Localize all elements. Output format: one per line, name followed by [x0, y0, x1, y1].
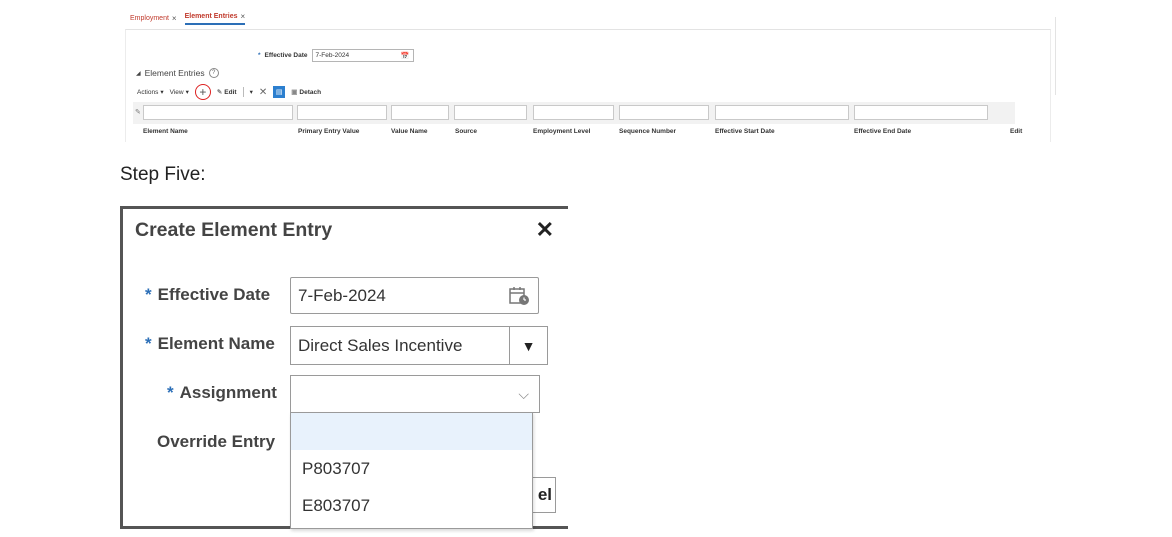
- dropdown-option[interactable]: P803707: [291, 450, 532, 487]
- filter-effective-end-date[interactable]: [854, 105, 988, 120]
- filter-element-name[interactable]: [143, 105, 293, 120]
- panel-divider: [1055, 17, 1056, 95]
- help-icon[interactable]: ?: [208, 68, 219, 78]
- assignment-label-text: Assignment: [179, 383, 277, 402]
- add-button[interactable]: +: [194, 84, 211, 100]
- tab-employment[interactable]: Employment ×: [130, 12, 177, 25]
- effective-date-row: * Effective Date: [145, 285, 270, 305]
- column-header[interactable]: Sequence Number: [619, 128, 676, 135]
- dropdown-arrow-icon[interactable]: ▼: [509, 327, 547, 364]
- caret-down-icon: ▾: [160, 89, 164, 96]
- column-header[interactable]: Primary Entry Value: [298, 128, 359, 135]
- view-label: View: [169, 88, 184, 96]
- assignment-select[interactable]: ⌵: [290, 375, 540, 413]
- override-entry-label: Override Entry: [157, 432, 276, 451]
- close-tab-icon[interactable]: ×: [172, 14, 177, 23]
- effective-date-input[interactable]: 7-Feb-2024 📅: [311, 49, 414, 62]
- tab-element-entries[interactable]: Element Entries ×: [184, 12, 246, 25]
- effective-date-value: 7-Feb-2024: [298, 285, 386, 305]
- column-header[interactable]: Employment Level: [533, 128, 590, 135]
- tab-employment-label: Employment: [130, 15, 169, 22]
- edit-button[interactable]: ✎ Edit: [216, 88, 237, 97]
- assignment-row: * Assignment: [167, 383, 277, 403]
- table-header: Element Name Primary Entry Value Value N…: [133, 128, 1033, 140]
- calendar-icon[interactable]: [509, 286, 531, 306]
- actions-label: Actions: [137, 88, 159, 96]
- section-header: ◢ Element Entries ?: [136, 68, 219, 78]
- required-star: *: [167, 383, 174, 402]
- column-header[interactable]: Source: [455, 128, 477, 135]
- filter-effective-start-date[interactable]: [715, 105, 849, 120]
- column-header[interactable]: Effective Start Date: [715, 128, 775, 135]
- filter-employment-level[interactable]: [533, 105, 614, 120]
- column-header[interactable]: Element Name: [143, 128, 188, 135]
- close-tab-icon[interactable]: ×: [241, 12, 246, 21]
- effective-date-label-text: Effective Date: [157, 285, 271, 304]
- required-star: *: [145, 285, 152, 304]
- caret-down-icon: ▾: [185, 89, 189, 96]
- element-name-value: Direct Sales Incentive: [298, 335, 463, 355]
- element-name-select[interactable]: Direct Sales Incentive ▼: [290, 326, 548, 365]
- delete-icon[interactable]: ✕: [259, 87, 267, 98]
- element-name-row: * Element Name: [145, 334, 275, 354]
- tab-element-entries-label: Element Entries: [184, 13, 238, 20]
- chevron-down-icon[interactable]: ⌵: [518, 386, 529, 403]
- more-menu-button[interactable]: ▾: [250, 88, 253, 96]
- filter-primary-entry-value[interactable]: [297, 105, 387, 120]
- effective-date-row: * Effective Date 7-Feb-2024 📅: [258, 49, 414, 62]
- filter-sequence-number[interactable]: [619, 105, 709, 120]
- filter-source[interactable]: [454, 105, 527, 120]
- dialog-title: Create Element Entry: [135, 219, 333, 241]
- dropdown-option[interactable]: E803707: [291, 487, 532, 524]
- collapse-triangle-icon[interactable]: ◢: [136, 70, 141, 77]
- column-header[interactable]: Edit: [1010, 128, 1022, 135]
- detach-button[interactable]: ▣ Detach: [291, 88, 322, 97]
- section-title: Element Entries: [144, 68, 205, 78]
- view-menu[interactable]: View ▾: [169, 88, 189, 97]
- required-star: *: [258, 52, 261, 59]
- column-header[interactable]: Value Name: [391, 128, 428, 135]
- calendar-icon[interactable]: 📅: [401, 52, 410, 60]
- query-by-example-icon[interactable]: ▤: [273, 86, 286, 98]
- assignment-label: * Assignment: [167, 383, 277, 403]
- step-label: Step Five:: [120, 164, 206, 185]
- effective-date-input[interactable]: 7-Feb-2024: [290, 277, 539, 314]
- toolbar-separator: [242, 87, 244, 97]
- create-element-entry-dialog: Create Element Entry ✕ * Effective Date 7…: [120, 206, 568, 529]
- column-header[interactable]: Effective End Date: [854, 128, 911, 135]
- dropdown-option-blank[interactable]: [291, 413, 532, 450]
- edit-label: Edit: [224, 88, 237, 96]
- assignment-dropdown-list: P803707 E803707: [290, 412, 533, 529]
- effective-date-label: Effective Date: [264, 52, 308, 59]
- required-star: *: [145, 334, 152, 353]
- pencil-icon: ✎: [216, 89, 223, 96]
- close-icon[interactable]: ✕: [536, 217, 554, 243]
- effective-date-label: * Effective Date: [145, 285, 270, 305]
- detach-icon: ▣: [291, 89, 298, 96]
- actions-menu[interactable]: Actions ▾: [137, 88, 164, 97]
- filter-value-name[interactable]: [391, 105, 449, 120]
- filter-row: ✎: [133, 102, 1015, 124]
- effective-date-value: 7-Feb-2024: [315, 52, 350, 59]
- toolbar: Actions ▾ View ▾ + ✎ Edit ▾ ✕ ▤ ▣ Detach: [137, 84, 321, 100]
- element-name-label-text: Element Name: [157, 334, 275, 353]
- detach-label: Detach: [299, 88, 322, 96]
- tab-bar: Employment × Element Entries ×: [130, 12, 246, 25]
- override-entry-row: Override Entry: [157, 432, 275, 452]
- element-name-label: * Element Name: [145, 334, 275, 354]
- filter-pencil-icon: ✎: [135, 109, 141, 116]
